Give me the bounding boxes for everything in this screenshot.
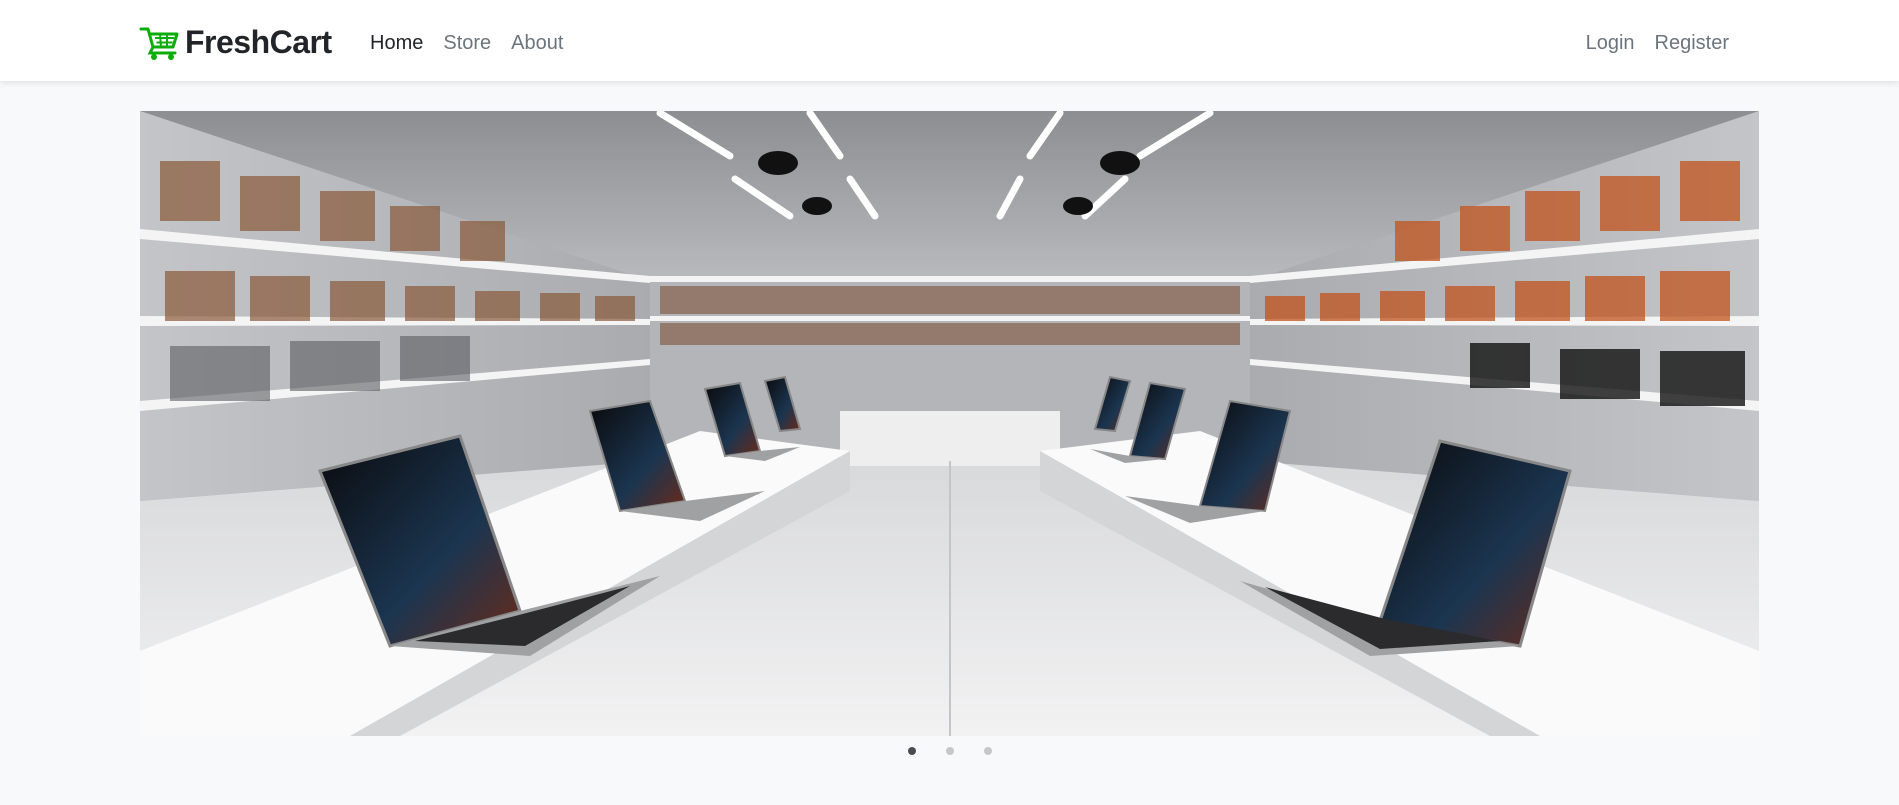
nav-about-link[interactable]: About xyxy=(511,32,563,55)
carousel-indicator-2[interactable] xyxy=(945,747,954,755)
hero-carousel[interactable] xyxy=(140,111,1759,736)
carousel-indicators xyxy=(0,747,1899,755)
login-link[interactable]: Login xyxy=(1586,32,1635,55)
carousel-indicator-3[interactable] xyxy=(983,747,992,755)
navbar: FreshCart Home Store About Login Registe… xyxy=(0,0,1899,81)
brand-name: FreshCart xyxy=(185,24,332,60)
primary-nav: Home Store About xyxy=(370,32,563,55)
nav-store-link[interactable]: Store xyxy=(443,32,491,55)
carousel-slide-image xyxy=(140,111,1759,736)
auth-nav: Login Register xyxy=(1586,32,1729,55)
register-link[interactable]: Register xyxy=(1655,32,1729,55)
shopping-cart-icon xyxy=(139,27,179,60)
nav-home-link[interactable]: Home xyxy=(370,32,423,55)
carousel-indicator-1[interactable] xyxy=(907,747,916,755)
brand-logo[interactable]: FreshCart xyxy=(139,24,332,61)
